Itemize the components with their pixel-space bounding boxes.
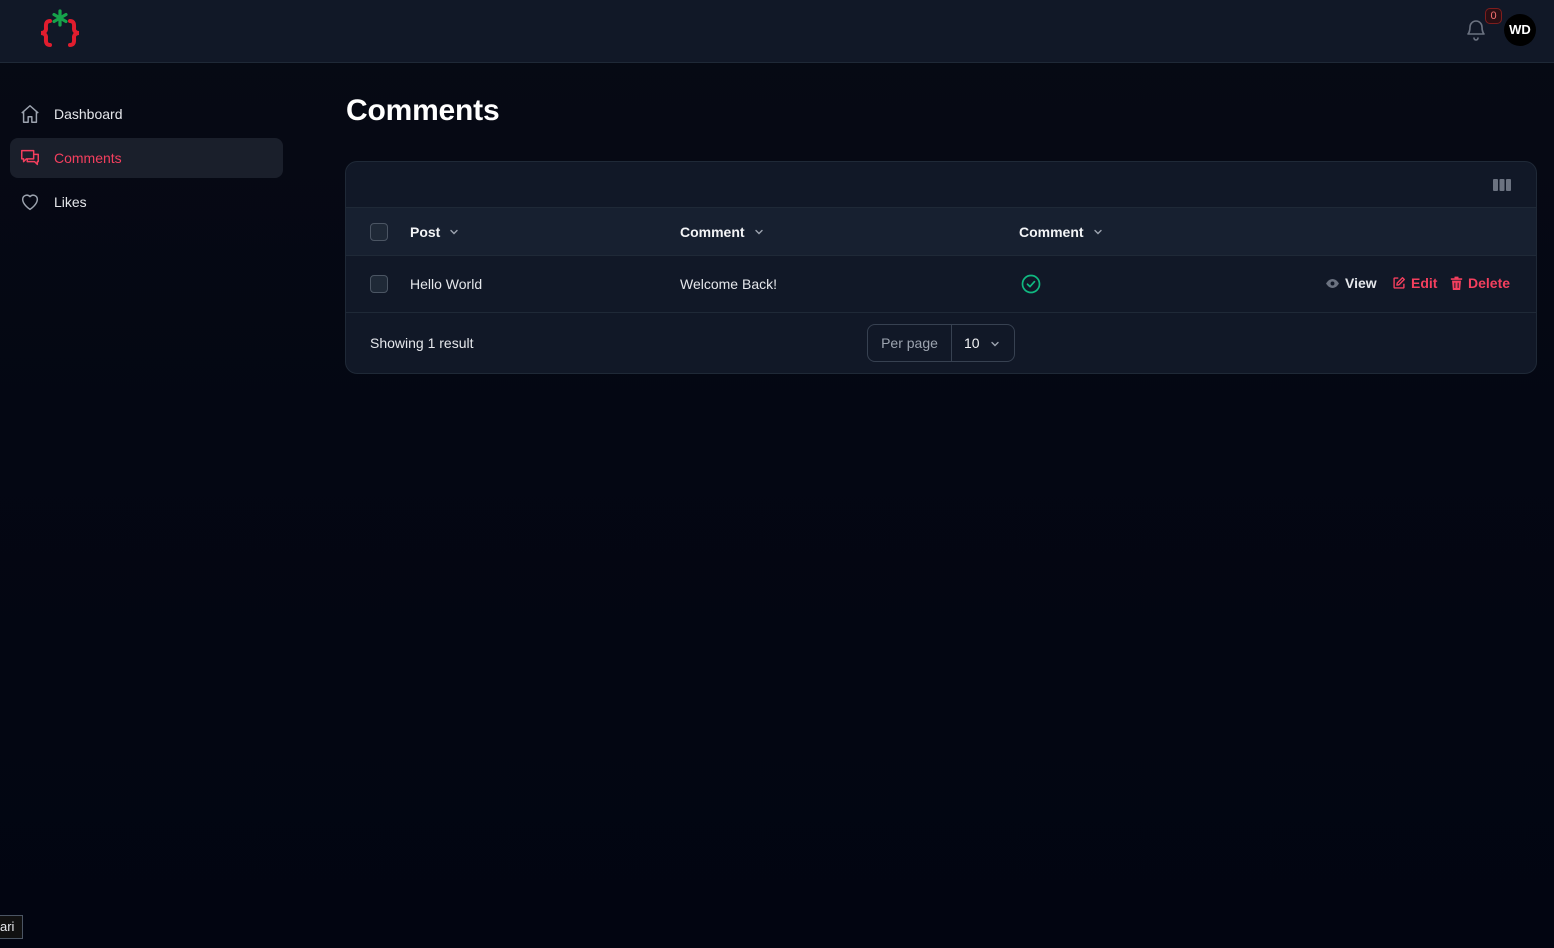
notifications-bell-icon[interactable] [1464, 18, 1488, 42]
sidebar-item-likes[interactable]: Likes [10, 182, 283, 222]
table-toolbar [346, 162, 1536, 207]
user-avatar[interactable]: WD [1504, 14, 1536, 46]
results-count: Showing 1 result [370, 335, 474, 351]
delete-label: Delete [1468, 275, 1511, 291]
column-header-label: Comment [680, 224, 745, 240]
tooltip: ari [0, 915, 24, 939]
sidebar-item-label: Likes [54, 194, 87, 210]
column-header-post[interactable]: Post [410, 224, 460, 240]
chat-bubbles-icon [19, 147, 41, 169]
chevron-down-icon [1093, 229, 1102, 235]
view-button[interactable]: View [1325, 275, 1377, 291]
chevron-down-icon [450, 229, 459, 235]
per-page-label: Per page [868, 325, 952, 361]
per-page-select[interactable]: 10 [952, 325, 1014, 361]
sidebar-item-comments[interactable]: Comments [10, 138, 283, 178]
top-bar: 0 WD [0, 0, 1554, 63]
column-header-label: Comment [1019, 224, 1084, 240]
edit-label: Edit [1411, 275, 1438, 291]
column-header-comment[interactable]: Comment [680, 224, 765, 240]
brand-logo[interactable] [36, 9, 84, 51]
view-label: View [1345, 275, 1377, 291]
table-row: Hello World Welcome Back! View Edit Dele… [346, 256, 1536, 313]
approved-check-icon [1020, 273, 1042, 295]
toggle-columns-icon[interactable] [1492, 177, 1512, 193]
per-page-control: Per page 10 [867, 324, 1015, 362]
notification-count-badge: 0 [1485, 8, 1502, 24]
comments-table-card: Post Comment Comment Hello World Welcome… [345, 161, 1537, 374]
row-select-checkbox[interactable] [370, 275, 388, 293]
cell-post: Hello World [410, 276, 483, 292]
trash-icon [1450, 276, 1463, 290]
column-header-comment-status[interactable]: Comment [1019, 224, 1104, 240]
select-all-checkbox[interactable] [370, 223, 388, 241]
sidebar-item-dashboard[interactable]: Dashboard [10, 94, 283, 134]
sidebar-item-label: Dashboard [54, 106, 123, 122]
edit-button[interactable]: Edit [1392, 275, 1437, 291]
cell-comment: Welcome Back! [680, 276, 777, 292]
home-icon [19, 103, 41, 125]
eye-icon [1326, 278, 1339, 288]
chevron-down-icon [754, 229, 763, 235]
per-page-value: 10 [964, 335, 980, 351]
table-header: Post Comment Comment [346, 207, 1536, 256]
sidebar-item-label: Comments [54, 150, 122, 166]
page-title: Comments [346, 94, 500, 127]
pencil-square-icon [1393, 277, 1405, 289]
column-header-label: Post [410, 224, 441, 240]
heart-icon [19, 191, 41, 213]
delete-button[interactable]: Delete [1450, 275, 1510, 291]
chevron-down-icon [991, 341, 999, 347]
